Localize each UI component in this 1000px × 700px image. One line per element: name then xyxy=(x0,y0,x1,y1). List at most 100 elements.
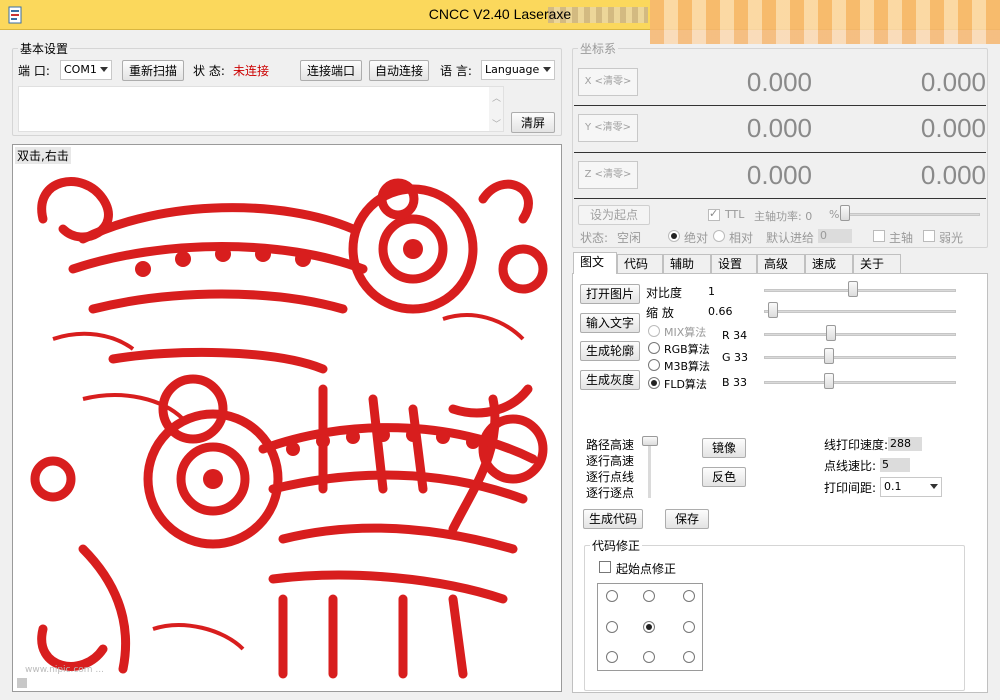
connect-port-button[interactable]: 连接端口 xyxy=(300,60,362,81)
port-label: 端 口: xyxy=(18,64,50,78)
fld-algo-radio[interactable] xyxy=(648,377,660,389)
print-spacing-select[interactable]: 0.1 xyxy=(880,477,942,497)
absolute-radio[interactable] xyxy=(668,230,680,242)
rgb-algo-radio[interactable] xyxy=(648,342,660,354)
start-point-middle-right[interactable] xyxy=(683,621,695,633)
state-value: 空闲 xyxy=(617,231,642,245)
divider xyxy=(574,198,986,199)
generate-code-button[interactable]: 生成代码 xyxy=(583,509,643,529)
g-label: G 33 xyxy=(722,351,749,364)
rescan-button[interactable]: 重新扫描 xyxy=(122,60,184,81)
g-thumb[interactable] xyxy=(824,348,835,364)
z-coord-machine: 0.000 xyxy=(920,160,986,190)
ttl-label: TTL xyxy=(725,208,745,221)
set-origin-button[interactable]: 设为起点 xyxy=(578,205,650,225)
generate-outline-button[interactable]: 生成轮廓 xyxy=(580,341,640,361)
start-point-bottom-center[interactable] xyxy=(643,651,655,663)
ttl-checkbox[interactable] xyxy=(708,207,720,221)
mix-algo-radio[interactable] xyxy=(648,325,660,337)
scale-slider[interactable] xyxy=(764,310,956,313)
m3b-algo-radio[interactable] xyxy=(648,359,660,371)
generate-gray-button[interactable]: 生成灰度 xyxy=(580,370,640,390)
m3b-algo-label: M3B算法 xyxy=(664,360,711,373)
divider xyxy=(574,152,986,153)
weak-light-checkbox[interactable] xyxy=(923,230,935,242)
language-select[interactable]: Language xyxy=(481,60,555,80)
start-point-top-right[interactable] xyxy=(683,590,695,602)
chevron-down-icon xyxy=(100,67,108,72)
log-textarea[interactable]: ︿ ﹀ xyxy=(18,86,504,132)
input-text-button[interactable]: 输入文字 xyxy=(580,313,640,333)
dot-ratio-input[interactable]: 5 xyxy=(880,458,910,472)
image-canvas[interactable]: 双击,右击 www.nipic.com ... xyxy=(12,144,562,692)
spindle-power-label: 主轴功率: 0 xyxy=(754,210,813,223)
clear-button[interactable]: 清屏 xyxy=(511,112,555,133)
tab-settings[interactable]: 设置 xyxy=(711,254,757,274)
start-point-center[interactable] xyxy=(643,621,655,633)
b-label: B 33 xyxy=(722,376,748,389)
tab-image-text[interactable]: 图文 xyxy=(573,252,617,274)
start-point-top-center[interactable] xyxy=(643,590,655,602)
x-coord-work: 0.000 xyxy=(746,67,812,97)
default-feed-input[interactable]: 0 xyxy=(818,229,852,243)
r-label: R 34 xyxy=(722,329,748,342)
divider xyxy=(574,105,986,106)
chevron-up-icon[interactable]: ︿ xyxy=(492,91,501,104)
absolute-label: 绝对 xyxy=(684,231,709,245)
tab-code[interactable]: 代码 xyxy=(617,254,663,274)
log-scrollbar[interactable]: ︿ ﹀ xyxy=(489,87,503,131)
path-mode-4[interactable]: 逐行逐点 xyxy=(586,484,634,501)
chevron-down-icon[interactable]: ﹀ xyxy=(492,117,501,130)
state-label: 状态: xyxy=(580,231,609,245)
start-fix-checkbox[interactable] xyxy=(599,561,611,573)
tab-assist[interactable]: 辅助 xyxy=(663,254,711,274)
relative-radio[interactable] xyxy=(713,230,725,242)
default-feed-label: 默认进给 xyxy=(766,231,815,245)
invert-button[interactable]: 反色 xyxy=(702,467,746,487)
resize-grip[interactable] xyxy=(17,678,27,688)
spindle-label: 主轴 xyxy=(889,231,914,245)
r-slider[interactable] xyxy=(764,333,956,336)
path-mode-thumb[interactable] xyxy=(642,436,658,446)
contrast-slider[interactable] xyxy=(764,289,956,292)
port-value: COM1 xyxy=(64,63,97,76)
z-zero-button[interactable]: Z <清零> xyxy=(578,161,638,189)
fld-algo-label: FLD算法 xyxy=(664,378,707,391)
line-speed-label: 线打印速度: xyxy=(824,438,889,452)
auto-connect-button[interactable]: 自动连接 xyxy=(369,60,429,81)
b-slider[interactable] xyxy=(764,381,956,384)
print-spacing-value: 0.1 xyxy=(884,480,902,493)
path-mode-slider[interactable] xyxy=(648,440,651,498)
g-slider[interactable] xyxy=(764,356,956,359)
b-thumb[interactable] xyxy=(824,373,835,389)
y-zero-button[interactable]: Y <清零> xyxy=(578,114,638,142)
tab-quick[interactable]: 速成 xyxy=(805,254,853,274)
spindle-power-thumb[interactable] xyxy=(840,205,850,221)
mirror-button[interactable]: 镜像 xyxy=(702,438,746,458)
start-point-bottom-left[interactable] xyxy=(606,651,618,663)
y-coord-machine: 0.000 xyxy=(920,113,986,143)
code-fix-title: 代码修正 xyxy=(590,537,643,554)
tab-about[interactable]: 关于 xyxy=(853,254,901,274)
spindle-power-slider[interactable] xyxy=(842,213,980,216)
open-image-button[interactable]: 打开图片 xyxy=(580,284,640,304)
tab-advanced[interactable]: 高级 xyxy=(757,254,805,274)
path-mode-2[interactable]: 逐行高速 xyxy=(586,452,634,469)
x-zero-button[interactable]: X <清零> xyxy=(578,68,638,96)
save-button[interactable]: 保存 xyxy=(665,509,709,529)
r-thumb[interactable] xyxy=(825,325,836,341)
chevron-down-icon xyxy=(543,67,551,72)
path-mode-1[interactable]: 路径高速 xyxy=(586,436,634,453)
port-select[interactable]: COM1 xyxy=(60,60,112,80)
contrast-label: 对比度 xyxy=(646,286,683,300)
start-point-middle-left[interactable] xyxy=(606,621,618,633)
z-coord-work: 0.000 xyxy=(746,160,812,190)
spindle-checkbox[interactable] xyxy=(873,230,885,242)
contrast-thumb[interactable] xyxy=(847,281,858,297)
line-speed-input[interactable]: 288 xyxy=(888,437,922,451)
coords-title: 坐标系 xyxy=(578,40,619,57)
start-point-top-left[interactable] xyxy=(606,590,618,602)
path-mode-3[interactable]: 逐行点线 xyxy=(586,468,634,485)
scale-thumb[interactable] xyxy=(767,302,778,318)
start-point-bottom-right[interactable] xyxy=(683,651,695,663)
